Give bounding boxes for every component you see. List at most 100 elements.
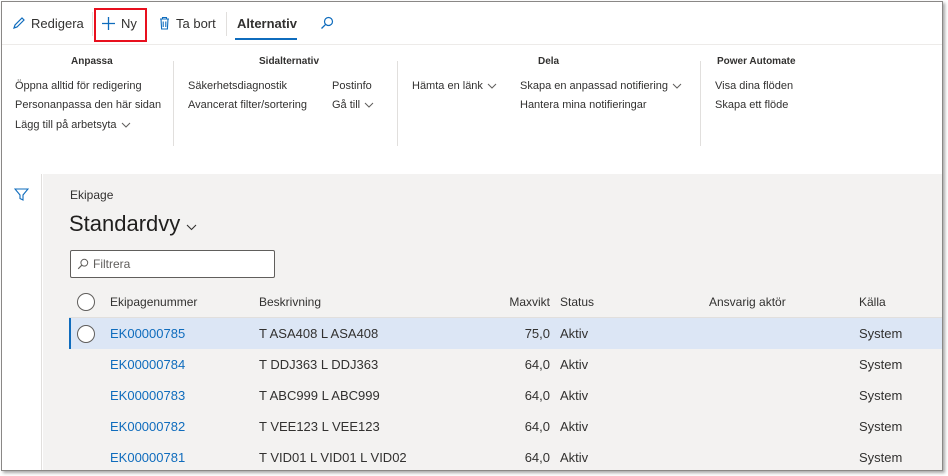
item-label: Gå till <box>332 99 361 111</box>
equipage-number-link[interactable]: EK00000781 <box>110 442 185 470</box>
table-row[interactable]: EK00000781 T VID01 L VID01 L VID02 64,0 … <box>69 442 942 470</box>
table-row[interactable]: EK00000783 T ABC999 L ABC999 64,0 Aktiv … <box>69 380 942 411</box>
equipage-number-link[interactable]: EK00000784 <box>110 349 185 380</box>
select-all-radio[interactable] <box>77 286 97 317</box>
equipage-number-link[interactable]: EK00000785 <box>110 318 185 349</box>
description-cell: T ABC999 L ABC999 <box>259 388 380 403</box>
toolbar-divider <box>92 12 93 36</box>
item-label: Hämta en länk <box>412 80 483 92</box>
item-label: Postinfo <box>332 80 372 92</box>
item-label: Skapa en anpassad notifiering <box>520 80 668 92</box>
column-header-status[interactable]: Status <box>560 286 594 317</box>
filter-input[interactable] <box>93 257 263 271</box>
edit-button-label: Redigera <box>31 15 84 31</box>
quick-filter[interactable] <box>70 250 275 278</box>
chevron-down-icon <box>121 122 130 128</box>
table-row[interactable]: EK00000782 T VEE123 L VEE123 64,0 Aktiv … <box>69 411 942 442</box>
item-label: Personanpassa den här sidan <box>15 99 162 111</box>
column-header-source[interactable]: Källa <box>859 286 886 317</box>
always-open-for-edit-button[interactable]: Öppna alltid för redigering <box>15 80 142 92</box>
filter-pane-button[interactable] <box>13 187 30 207</box>
action-pane: Redigera Ny Ta bort Alternativ <box>2 2 942 44</box>
item-label: Lägg till på arbetsyta <box>15 119 117 131</box>
group-title-share: Dela <box>538 56 560 67</box>
status-cell: Aktiv <box>560 450 589 465</box>
table-row[interactable]: EK00000784 T DDJ363 L DDJ363 64,0 Aktiv … <box>69 349 942 380</box>
chevron-down-icon <box>672 83 682 89</box>
delete-button[interactable]: Ta bort <box>158 11 216 35</box>
radio-circle <box>77 324 95 343</box>
delete-button-label: Ta bort <box>176 15 216 31</box>
max-weight-cell: 64,0 <box>524 357 550 372</box>
manage-alerts-button[interactable]: Hantera mina notifieringar <box>520 99 647 111</box>
status-cell: Aktiv <box>560 419 589 434</box>
pencil-icon <box>13 17 25 29</box>
active-tab-indicator <box>235 38 297 40</box>
column-header-responsible[interactable]: Ansvarig aktör <box>709 286 786 317</box>
max-weight-cell: 64,0 <box>524 419 550 434</box>
list-page: Ekipage Standardvy Ekipagenummer Beskriv… <box>43 174 942 470</box>
item-label: Avancerat filter/sortering <box>188 99 308 111</box>
view-flows-button[interactable]: Visa dina flöden <box>715 80 793 92</box>
get-link-dropdown[interactable]: Hämta en länk <box>412 80 497 92</box>
status-cell: Aktiv <box>560 388 589 403</box>
source-cell: System <box>859 388 903 403</box>
personalize-page-button[interactable]: Personanpassa den här sidan <box>15 99 161 111</box>
table-row[interactable]: EK00000785 T ASA408 L ASA408 75,0 Aktiv … <box>69 318 942 349</box>
ribbon-divider <box>173 61 174 146</box>
go-to-dropdown[interactable]: Gå till <box>332 99 374 111</box>
left-rail <box>2 174 42 470</box>
view-selector[interactable]: Standardvy <box>69 211 197 237</box>
group-title-page-options: Sidalternativ <box>259 56 320 67</box>
item-label: Hantera mina notifieringar <box>520 99 647 111</box>
tab-options[interactable]: Alternativ <box>237 11 297 35</box>
record-info-button[interactable]: Postinfo <box>332 80 372 92</box>
toolbar-divider <box>226 12 227 36</box>
chevron-down-icon <box>364 102 374 108</box>
status-cell: Aktiv <box>560 357 589 372</box>
max-weight-cell: 75,0 <box>524 326 550 341</box>
source-cell: System <box>859 419 903 434</box>
description-cell: T VID01 L VID01 L VID02 <box>259 450 407 465</box>
add-to-workspace-dropdown[interactable]: Lägg till på arbetsyta <box>15 119 131 131</box>
ribbon-divider <box>397 61 398 146</box>
security-diagnostics-button[interactable]: Säkerhetsdiagnostik <box>188 80 287 92</box>
row-select-radio[interactable] <box>77 318 97 349</box>
tab-options-label: Alternativ <box>237 15 297 31</box>
chevron-down-icon <box>186 224 197 230</box>
data-grid: Ekipagenummer Beskrivning Maxvikt Status… <box>69 286 942 470</box>
item-label: Öppna alltid för redigering <box>15 80 142 92</box>
page-caption: Ekipage <box>70 188 114 202</box>
description-cell: T ASA408 L ASA408 <box>259 326 379 341</box>
view-title: Standardvy <box>69 211 181 236</box>
grid-header: Ekipagenummer Beskrivning Maxvikt Status… <box>69 286 942 318</box>
app-window: Redigera Ny Ta bort Alternativ Anpassa Ö… <box>1 1 943 471</box>
search-icon <box>77 258 89 270</box>
description-cell: T VEE123 L VEE123 <box>259 419 380 434</box>
source-cell: System <box>859 357 903 372</box>
edit-button[interactable]: Redigera <box>12 11 84 35</box>
radio-circle <box>77 292 95 311</box>
source-cell: System <box>859 326 903 341</box>
options-ribbon: Anpassa Öppna alltid för redigering Pers… <box>2 44 942 174</box>
column-header-number[interactable]: Ekipagenummer <box>110 286 197 317</box>
filter-icon <box>13 188 30 201</box>
equipage-number-link[interactable]: EK00000783 <box>110 380 185 411</box>
equipage-number-link[interactable]: EK00000782 <box>110 411 185 442</box>
column-header-description[interactable]: Beskrivning <box>259 286 321 317</box>
create-custom-alert-dropdown[interactable]: Skapa en anpassad notifiering <box>520 80 682 92</box>
new-button-highlight <box>94 8 147 42</box>
source-cell: System <box>859 450 903 465</box>
search-icon <box>321 16 334 29</box>
search-button[interactable] <box>320 11 339 35</box>
group-title-power-automate: Power Automate <box>717 56 796 67</box>
item-label: Visa dina flöden <box>715 80 794 92</box>
trash-icon <box>160 16 169 30</box>
advanced-filter-button[interactable]: Avancerat filter/sortering <box>188 99 307 111</box>
group-title-customize: Anpassa <box>71 56 113 67</box>
create-flow-button[interactable]: Skapa ett flöde <box>715 99 788 111</box>
column-header-max-weight[interactable]: Maxvikt <box>494 286 550 317</box>
item-label: Skapa ett flöde <box>715 99 789 111</box>
ribbon-divider <box>700 61 701 146</box>
item-label: Säkerhetsdiagnostik <box>188 80 288 92</box>
